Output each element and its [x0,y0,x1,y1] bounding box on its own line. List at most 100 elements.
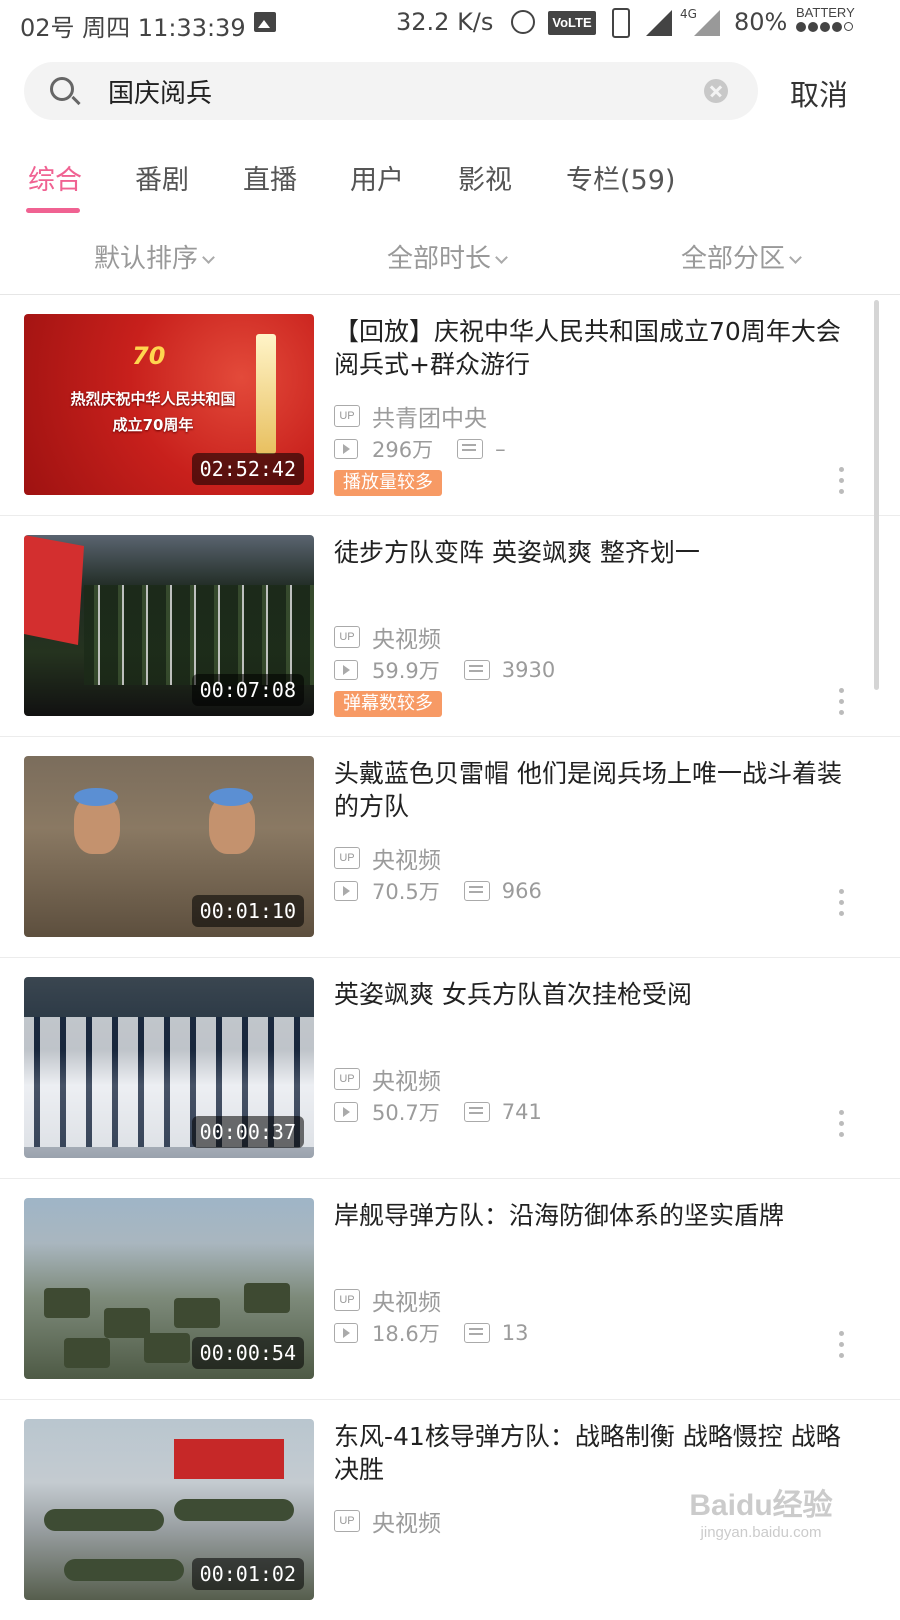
video-title[interactable]: 岸舰导弹方队：沿海防御体系的坚实盾牌 [334,1199,854,1232]
video-title[interactable]: 东风-41核导弹方队：战略制衡 战略慑控 战略决胜 [334,1420,854,1486]
flag-graphic [24,535,84,645]
chevron-down-icon [495,251,508,264]
chevron-down-icon [202,251,215,264]
video-item[interactable]: 00:07:08 徒步方队变阵 英姿飒爽 整齐划一 UP 央视频 59.9万 393… [0,516,900,737]
play-count-icon [334,660,358,680]
tab-live[interactable]: 直播 [243,158,297,197]
danmaku-icon [463,1323,490,1343]
signal-icon [646,10,672,36]
chevron-down-icon [789,251,802,264]
video-thumbnail[interactable]: 70 热烈庆祝中华人民共和国 成立70周年 02:52:42 [24,314,314,495]
scrollbar[interactable] [874,300,879,690]
vehicle-graphic [144,1333,190,1363]
video-title[interactable]: 英姿飒爽 女兵方队首次挂枪受阅 [334,978,854,1011]
video-title[interactable]: 【回放】庆祝中华人民共和国成立70周年大会 阅兵式+群众游行 [334,315,854,381]
video-title[interactable]: 头戴蓝色贝雷帽 他们是阅兵场上唯一战斗着装的方队 [334,757,854,823]
video-item[interactable]: 70 热烈庆祝中华人民共和国 成立70周年 02:52:42 【回放】庆祝中华人… [0,295,900,516]
vibrate-icon [612,8,630,38]
danmaku-count: 3930 [501,658,556,682]
view-count: 18.6万 [372,1322,440,1346]
duration-filter-label: 全部时长 [387,244,492,274]
category-filter[interactable]: 全部分区 [681,238,802,275]
video-duration: 00:01:10 [191,895,304,927]
uploader-row[interactable]: UP 央视频 [334,1062,441,1096]
video-thumbnail[interactable]: 00:00:54 [24,1198,314,1379]
danmaku-count: 741 [501,1100,542,1124]
uploader-row[interactable]: UP 央视频 [334,1504,441,1538]
video-duration: 00:00:54 [191,1337,304,1369]
tab-users[interactable]: 用户 [350,158,404,197]
hot-tag: 播放量较多 [334,470,442,496]
category-filter-label: 全部分区 [681,244,786,274]
video-thumbnail[interactable]: 00:01:02 [24,1419,314,1600]
up-badge-icon: UP [334,405,360,427]
uploader-name: 央视频 [372,627,441,653]
more-options-icon[interactable] [838,688,844,718]
danmaku-icon [457,439,484,459]
view-count: 296万 [372,438,434,462]
watermark: Baidu经验 jingyan.baidu.com [676,1480,846,1541]
danmaku-count: – [495,437,506,461]
status-time: 02号 周四 11:33:39 [20,14,246,42]
danmaku-icon [463,881,490,901]
vehicle-graphic [244,1283,290,1313]
vehicle-graphic [104,1308,150,1338]
vehicle-graphic [174,1298,220,1328]
video-thumbnail[interactable]: 00:00:37 [24,977,314,1158]
tab-articles[interactable]: 专栏(59) [566,158,675,197]
hot-tag: 弹幕数较多 [334,691,442,717]
clear-icon[interactable] [704,79,728,103]
signal-icon-secondary [694,10,720,36]
troops-graphic [84,585,314,685]
sort-filter-label: 默认排序 [94,244,199,274]
search-bar[interactable] [24,62,758,120]
sort-filter[interactable]: 默认排序 [94,238,215,275]
vehicle-graphic [64,1338,110,1368]
tab-bangumi[interactable]: 番剧 [135,158,189,197]
tab-movies[interactable]: 影视 [458,158,512,197]
up-badge-icon: UP [334,1510,360,1532]
beret-graphic [209,788,253,806]
duration-filter[interactable]: 全部时长 [387,238,508,275]
uploader-row[interactable]: UP 央视频 [334,841,441,875]
banner-line: 成立70周年 [112,416,194,434]
stats-row: 59.9万 3930 [334,655,555,685]
filter-bar: 默认排序 全部时长 全部分区 [0,232,900,290]
video-item[interactable]: 00:00:37 英姿飒爽 女兵方队首次挂枪受阅 UP 央视频 50.7万 741 [0,958,900,1179]
tab-all[interactable]: 综合 [28,158,82,197]
video-title[interactable]: 徒步方队变阵 英姿飒爽 整齐划一 [334,536,854,569]
play-count-icon [334,1102,358,1122]
network-speed: 32.2 K/s [396,8,494,36]
up-badge-icon: UP [334,1068,360,1090]
banner-line: 热烈庆祝中华人民共和国 [70,390,236,408]
uploader-name: 央视频 [372,1511,441,1537]
danmaku-icon [463,1102,490,1122]
more-options-icon[interactable] [838,467,844,497]
uploader-row[interactable]: UP 央视频 [334,1283,441,1317]
view-count: 50.7万 [372,1101,440,1125]
video-duration: 02:52:42 [191,453,304,485]
active-tab-indicator [26,208,80,213]
video-thumbnail[interactable]: 00:01:10 [24,756,314,937]
search-input[interactable] [108,72,668,110]
view-count: 59.9万 [372,659,440,683]
more-options-icon[interactable] [838,1331,844,1361]
play-count-icon [334,1323,358,1343]
video-item[interactable]: 00:01:10 头戴蓝色贝雷帽 他们是阅兵场上唯一战斗着装的方队 UP 央视频 … [0,737,900,958]
battery-dots [796,22,866,32]
battery-percent: 80% [734,8,788,36]
uploader-row[interactable]: UP 央视频 [334,620,441,654]
video-item[interactable]: 00:00:54 岸舰导弹方队：沿海防御体系的坚实盾牌 UP 央视频 18.6万 1… [0,1179,900,1400]
video-duration: 00:01:02 [191,1558,304,1590]
more-options-icon[interactable] [838,1110,844,1140]
image-notification-icon [254,12,276,32]
battery-label: BATTERY [796,5,855,20]
uploader-row[interactable]: UP 共青团中央 [334,399,487,433]
stats-row: 18.6万 13 [334,1318,529,1348]
more-options-icon[interactable] [838,889,844,919]
cancel-button[interactable]: 取消 [790,72,848,114]
danmaku-icon [463,660,490,680]
video-thumbnail[interactable]: 00:07:08 [24,535,314,716]
danmaku-count: 13 [501,1321,529,1345]
vehicle-graphic [44,1288,90,1318]
